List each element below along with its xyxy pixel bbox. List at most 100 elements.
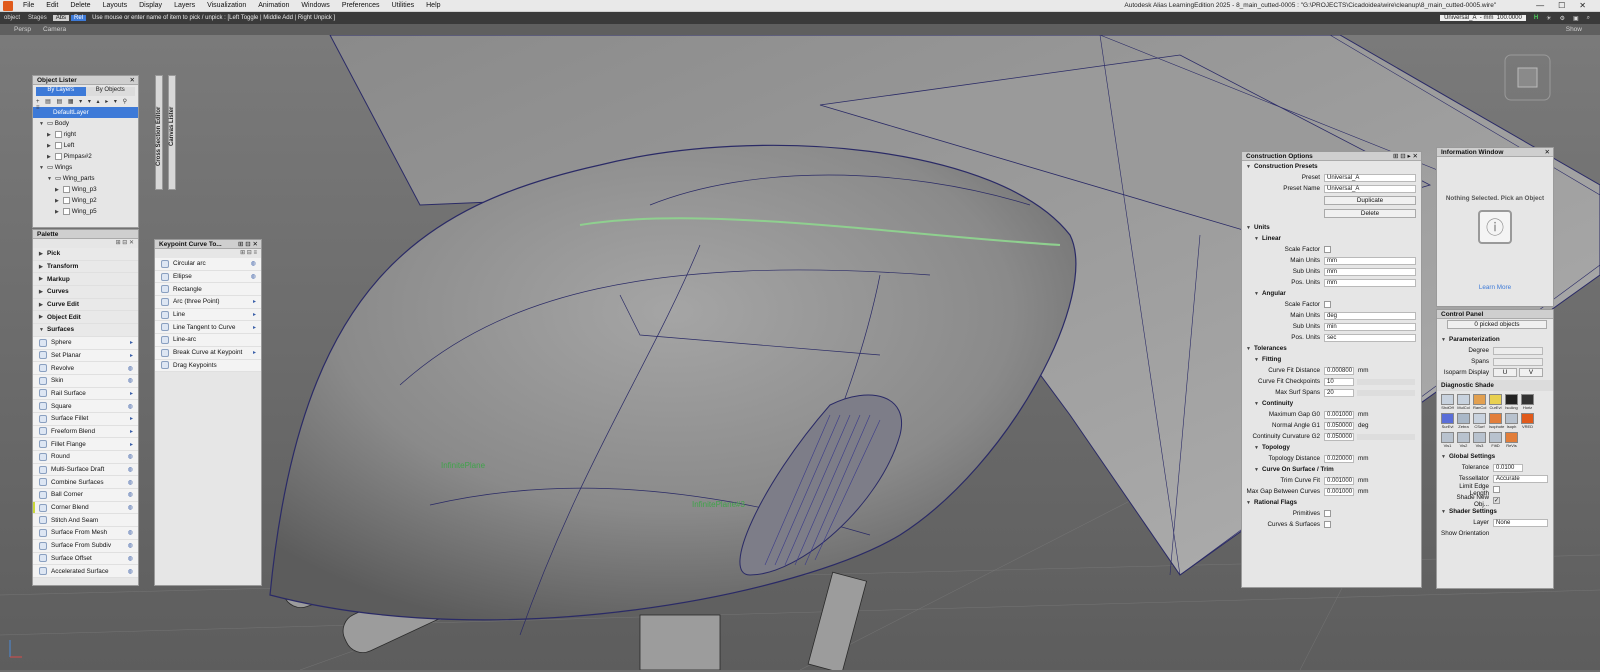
options-icon[interactable]: ◍	[128, 491, 133, 498]
isoparm-v-button[interactable]: V	[1519, 368, 1543, 377]
tool-surface-offset[interactable]: Surface Offset ◍	[33, 552, 138, 566]
options-icon[interactable]: ◍	[128, 466, 133, 473]
angular-pos-units-select[interactable]: sec	[1324, 333, 1416, 342]
rel-toggle[interactable]: Rel	[71, 15, 87, 21]
palette-group-object-edit[interactable]: ▶ Object Edit	[33, 311, 138, 325]
palette-group-transform[interactable]: ▶ Transform	[33, 260, 138, 274]
shade-off-icon[interactable]: ShdOff	[1441, 394, 1454, 410]
menu-preferences[interactable]: Preferences	[336, 2, 386, 9]
scale-factor-checkbox[interactable]	[1324, 246, 1331, 253]
tolerance-input[interactable]: 0.0100	[1493, 463, 1523, 472]
layer-item[interactable]: ▼ ▭ Body	[33, 118, 138, 129]
visualize-3-icon[interactable]: Vis3	[1473, 432, 1486, 448]
palette-group-pick[interactable]: ▶ Pick	[33, 248, 138, 261]
cross-section-editor-tab[interactable]: Cross Section Editor	[155, 75, 163, 190]
multi-color-icon[interactable]: MulCol	[1457, 394, 1470, 410]
tool-accelerated-surface[interactable]: Accelerated Surface ◍	[33, 565, 138, 578]
palette-group-surfaces[interactable]: ▼ Surfaces	[33, 324, 138, 337]
visibility-checkbox[interactable]	[63, 186, 70, 193]
options-icon[interactable]: ◍	[128, 403, 133, 410]
tool-surface-from-mesh[interactable]: Surface From Mesh ◍	[33, 527, 138, 540]
tool-arc-three-point[interactable]: Arc (three Point) ▸	[155, 296, 261, 309]
options-icon[interactable]: ◍	[128, 453, 133, 460]
learn-more-link[interactable]: Learn More	[1437, 284, 1553, 291]
options-icon[interactable]: ◍	[128, 365, 133, 372]
tool-freeform-blend[interactable]: Freeform Blend ▸	[33, 425, 138, 439]
continuity-g2-input[interactable]: 0.050000	[1324, 432, 1354, 441]
curvature-eval-icon[interactable]: CurEvl	[1489, 394, 1502, 410]
visibility-checkbox[interactable]	[63, 197, 70, 204]
surface-eval-icon[interactable]: SurEvl	[1441, 413, 1454, 429]
tool-line-arc[interactable]: Line-arc	[155, 334, 261, 347]
spans-field[interactable]	[1493, 357, 1543, 366]
linear-pos-units-select[interactable]: mm	[1324, 278, 1416, 287]
layer-item[interactable]: ▼ ▭ Wing_parts	[33, 173, 138, 184]
section-continuity[interactable]: ▼ Continuity	[1242, 398, 1421, 409]
tab-by-objects[interactable]: By Objects	[85, 87, 135, 96]
menu-display[interactable]: Display	[133, 2, 168, 9]
options-icon[interactable]: ◍	[128, 479, 133, 486]
tool-circular-arc[interactable]: Circular arc ◍	[155, 258, 261, 271]
topology-distance-input[interactable]: 0.020000	[1324, 454, 1354, 463]
menu-layers[interactable]: Layers	[168, 2, 201, 9]
tool-combine-surfaces[interactable]: Combine Surfaces ◍	[33, 476, 138, 490]
menu-file[interactable]: File	[17, 2, 40, 9]
tool-multi-surface-draft[interactable]: Multi-Surface Draft ◍	[33, 463, 138, 477]
section-tolerances[interactable]: ▼ Tolerances	[1242, 343, 1421, 354]
visibility-checkbox[interactable]	[63, 208, 70, 215]
menu-windows[interactable]: Windows	[295, 2, 335, 9]
palette-group-curve-edit[interactable]: ▶ Curve Edit	[33, 298, 138, 312]
delete-button[interactable]: Delete	[1324, 209, 1416, 218]
isoparm-u-button[interactable]: U	[1493, 368, 1517, 377]
revisualize-icon[interactable]: ReVis	[1505, 432, 1518, 448]
angular-sub-units-select[interactable]: min	[1324, 322, 1416, 331]
filter-icon[interactable]: FiltD	[1489, 432, 1502, 448]
section-fitting[interactable]: ▼ Fitting	[1242, 354, 1421, 365]
tool-corner-blend[interactable]: Corner Blend ◍	[33, 501, 138, 515]
zebra-icon[interactable]: Zebra	[1457, 413, 1470, 429]
angular-scale-checkbox[interactable]	[1324, 301, 1331, 308]
max-surf-spans-input[interactable]: 20	[1324, 388, 1354, 397]
section-shader-settings[interactable]: ▼ Shader Settings	[1437, 506, 1553, 517]
expand-icon[interactable]: ▼	[47, 176, 55, 182]
options-icon[interactable]: ◍	[251, 273, 256, 280]
menu-utilities[interactable]: Utilities	[386, 2, 421, 9]
prompt-line[interactable]: Use mouse or enter name of item to pick …	[92, 15, 335, 21]
options-icon[interactable]: ◍	[128, 529, 133, 536]
layer-item[interactable]: ▶ Pimpas#2	[33, 151, 138, 162]
spans-slider[interactable]	[1357, 389, 1415, 396]
expand-icon[interactable]: ▶	[47, 132, 55, 138]
minimize-icon[interactable]: —	[1536, 1, 1544, 10]
section-rational-flags[interactable]: ▼ Rational Flags	[1242, 497, 1421, 508]
expand-icon[interactable]: ▼	[39, 165, 47, 171]
options-icon[interactable]: ◍	[128, 555, 133, 562]
viewport-persp-label[interactable]: Persp	[14, 26, 31, 33]
panel-controls-icon[interactable]: ⊞ ⊟ ▸ ✕	[1393, 152, 1421, 160]
curves-surfaces-checkbox[interactable]	[1324, 521, 1331, 528]
palette-group-curves[interactable]: ▶ Curves	[33, 286, 138, 299]
close-icon[interactable]: ⊞ ⊟ ✕	[238, 240, 261, 248]
layer-item[interactable]: ▶ right	[33, 129, 138, 140]
layer-select[interactable]: None	[1493, 518, 1548, 527]
tool-surface-fillet[interactable]: Surface Fillet ▸	[33, 412, 138, 426]
picked-objects-button[interactable]: 0 picked objects	[1447, 320, 1547, 329]
visibility-checkbox[interactable]	[55, 131, 62, 138]
expand-icon[interactable]: ▶	[47, 154, 55, 160]
normal-angle-input[interactable]: 0.050000	[1324, 421, 1354, 430]
options-icon[interactable]: ◍	[128, 568, 133, 575]
tool-drag-keypoints[interactable]: Drag Keypoints	[155, 359, 261, 373]
layer-item[interactable]: ▶ Wing_p5	[33, 206, 138, 217]
section-global-settings[interactable]: ▼ Global Settings	[1437, 451, 1553, 462]
curve-fit-distance-input[interactable]: 0.000800	[1324, 366, 1354, 375]
layer-item[interactable]: DefaultLayer	[33, 107, 138, 118]
tool-line-tangent[interactable]: Line Tangent to Curve ▸	[155, 321, 261, 335]
palette-tools-icon[interactable]: ⊞ ⊟ ✕	[33, 239, 138, 248]
tool-rail-surface[interactable]: Rail Surface ▸	[33, 387, 138, 401]
preset-name-input[interactable]: Universal_A	[1324, 184, 1416, 193]
settings-icon[interactable]: ⚙	[1560, 15, 1565, 22]
expand-icon[interactable]: ▶	[47, 143, 55, 149]
options-icon[interactable]: ◍	[251, 260, 256, 267]
options-icon[interactable]: ◍	[128, 377, 133, 384]
palette-group-markup[interactable]: ▶ Markup	[33, 273, 138, 287]
expand-icon[interactable]: ▶	[55, 209, 63, 215]
